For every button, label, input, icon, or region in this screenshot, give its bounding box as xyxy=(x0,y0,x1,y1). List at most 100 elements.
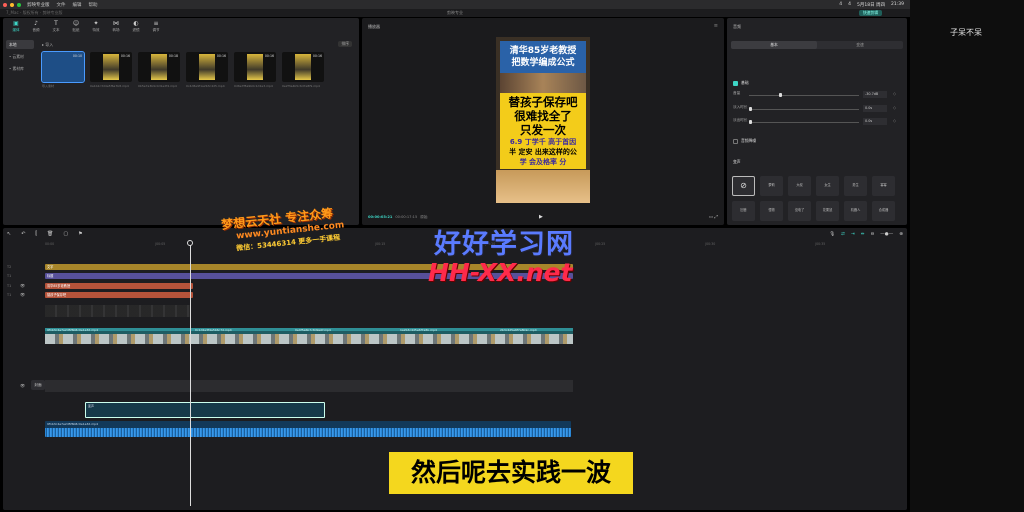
voice-item[interactable]: 女生 xyxy=(816,176,839,196)
app-name[interactable]: 剪映专业版 xyxy=(27,2,50,8)
voice-grid: ⊘ 萝莉 大叔 女生 男生 幂幂 回音 怪物 没电了 花栗鼠 机器人 合成器 xyxy=(732,176,895,221)
tool-sticker[interactable]: ☺ 贴纸 xyxy=(67,18,85,36)
caption-clip[interactable]: 替孩子保存吧 xyxy=(45,292,193,298)
media-item[interactable]: 00:18 0b5e7a3b9c0d1e2f4.mp4 xyxy=(138,52,180,88)
media-item[interactable]: 00:16 0c4d8e9f1a2b3c4d5.mp4 xyxy=(186,52,228,88)
video-subtitle: 然后呢去实践一波 xyxy=(389,452,633,494)
zoom-in-icon[interactable]: ⊕ xyxy=(899,232,903,237)
select-tool-icon[interactable]: ↖ xyxy=(7,231,11,237)
voice-clip[interactable]: 变声 xyxy=(85,402,325,418)
fade-in-value[interactable]: 0.0s xyxy=(863,105,887,112)
empty-track[interactable] xyxy=(45,380,573,392)
delete-icon[interactable]: 🗑 xyxy=(47,231,53,237)
nav-cloud[interactable]: • 云素材 xyxy=(6,52,34,61)
denoise-section[interactable]: 音频降噪 xyxy=(733,138,756,144)
playhead-handle[interactable] xyxy=(187,240,193,246)
audio-clip[interactable]: 9f1b3c4e7a2d5f6b8c0e1a3d.mp4 xyxy=(45,421,571,437)
voice-none[interactable]: ⊘ xyxy=(732,176,755,196)
transition-icon: ⋈ xyxy=(113,20,119,27)
tool-adjust[interactable]: ≡ 调节 xyxy=(147,18,165,36)
fade-in-slider[interactable] xyxy=(749,109,859,110)
media-icon: ▣ xyxy=(13,20,19,27)
eye-icon[interactable]: 👁 xyxy=(20,292,25,297)
tool-text[interactable]: T 文本 xyxy=(47,18,65,36)
menu-help[interactable]: 帮助 xyxy=(89,2,98,8)
tool-filter[interactable]: ◐ 滤镜 xyxy=(127,18,145,36)
properties-panel: 音频 基本 变速 基础 音量 -30.7dB ◇ 淡入时长 0.0s ◇ 淡出时… xyxy=(727,18,907,225)
undo-icon[interactable]: ↶ xyxy=(21,231,25,237)
zoom-slider[interactable]: —●— xyxy=(880,232,893,237)
nav-library[interactable]: • 素材库 xyxy=(6,64,34,73)
tab-speed[interactable]: 变速 xyxy=(817,41,903,49)
tool-transition[interactable]: ⋈ 转场 xyxy=(107,18,125,36)
preview-axis-icon[interactable]: ⇹ xyxy=(861,232,865,237)
media-item[interactable]: 00:16 0a1b2c3d4e5f6a7b8.mp4 xyxy=(90,52,132,88)
volume-knob[interactable] xyxy=(778,93,782,97)
tool-media[interactable]: ▣ 媒体 xyxy=(7,18,25,36)
volume-slider[interactable] xyxy=(749,95,859,96)
split-icon[interactable]: ⫿ xyxy=(35,231,37,237)
zoom-window-icon[interactable] xyxy=(17,2,21,7)
media-item[interactable]: 00:16 0d6e7f8a9b0c1d2e3.mp4 xyxy=(234,52,276,88)
filter-icon: ◐ xyxy=(133,20,139,27)
volume-value[interactable]: -30.7dB xyxy=(863,91,887,98)
import-button[interactable]: ▸ 导入 xyxy=(42,42,53,48)
zoom-out-icon[interactable]: ⊖ xyxy=(871,232,875,237)
voice-item[interactable]: 大叔 xyxy=(788,176,811,196)
voice-item[interactable]: 机器人 xyxy=(844,201,867,221)
tool-audio[interactable]: ♪ 音频 xyxy=(27,18,45,36)
marker-icon[interactable]: ⚑ xyxy=(78,231,82,237)
tool-effects[interactable]: ✦ 特效 xyxy=(87,18,105,36)
voice-item[interactable]: 没电了 xyxy=(788,201,811,221)
ratio-select[interactable]: 原始 xyxy=(420,215,427,219)
fade-in-knob[interactable] xyxy=(749,107,752,111)
reset-icon[interactable]: ◇ xyxy=(893,91,896,96)
track-label: T1 xyxy=(7,293,12,297)
reset-icon[interactable]: ◇ xyxy=(893,105,896,110)
voice-item[interactable]: 怪物 xyxy=(760,201,783,221)
media-item[interactable]: 00:16 0e2f3a4b5c6d7e8f9.mp4 xyxy=(282,52,324,88)
sticker-track[interactable] xyxy=(45,305,191,317)
playhead[interactable] xyxy=(190,241,191,506)
tab-basic[interactable]: 基本 xyxy=(731,41,817,49)
fade-out-slider[interactable] xyxy=(749,122,859,123)
fade-out-knob[interactable] xyxy=(749,120,752,124)
voice-item[interactable]: 合成器 xyxy=(872,201,895,221)
video-frame[interactable]: 清华85岁老教授 把数学编成公式 替孩子保存吧 很难找全了 只发一次 6.9 丁… xyxy=(496,37,590,203)
voice-item[interactable]: 男生 xyxy=(844,176,867,196)
cover-button[interactable]: 封面 xyxy=(31,380,45,390)
caption-clip[interactable]: 清华85岁老教授 xyxy=(45,283,193,289)
fullscreen-icon[interactable]: ▭ ⤢ xyxy=(709,214,718,220)
eye-icon[interactable]: 👁 xyxy=(20,283,25,288)
clip-filename: 9f1b3c4e7a2d5f6b8c0e1a3d.mp4 xyxy=(47,328,98,332)
checkbox-icon[interactable] xyxy=(733,138,738,144)
clip-filename: 0c1d2e3f4a5b6c7d.mp4 xyxy=(195,328,232,332)
main-video-track[interactable]: 9f1b3c4e7a2d5f6b8c0e1a3d.mp4 0c1d2e3f4a5… xyxy=(45,328,573,344)
media-nav: 本地 • 云素材 • 素材库 xyxy=(6,40,34,76)
voice-item[interactable]: 回音 xyxy=(732,201,755,221)
mic-icon[interactable]: 🎙 xyxy=(829,232,835,237)
nav-local[interactable]: 本地 xyxy=(6,40,34,49)
sort-button[interactable]: 排序 xyxy=(338,41,352,47)
adjust-icon: ≡ xyxy=(153,20,159,27)
voice-item[interactable]: 幂幂 xyxy=(872,176,895,196)
minimize-window-icon[interactable] xyxy=(10,2,14,7)
snap-icon[interactable]: ⇥ xyxy=(851,232,855,237)
menu-edit[interactable]: 编辑 xyxy=(73,2,82,8)
eye-icon[interactable]: 👁 xyxy=(20,383,25,388)
video-text-line: 半 定安 出来这样的公 xyxy=(509,148,577,156)
voice-item[interactable]: 花栗鼠 xyxy=(816,201,839,221)
quick-edit-button[interactable]: 快速剪辑 xyxy=(858,10,882,16)
reset-icon[interactable]: ◇ xyxy=(893,118,896,123)
checkbox-icon[interactable] xyxy=(733,80,738,86)
close-window-icon[interactable] xyxy=(3,2,7,7)
link-icon[interactable]: ⇄ xyxy=(841,232,845,237)
media-item[interactable]: 00:10 导入素材 xyxy=(41,51,85,88)
freeze-icon[interactable]: ▢ xyxy=(63,231,68,237)
fade-out-value[interactable]: 0.0s xyxy=(863,118,887,125)
basic-section[interactable]: 基础 xyxy=(733,80,749,86)
play-button[interactable]: ▶ xyxy=(539,214,543,220)
menu-icon[interactable]: ≡ xyxy=(714,23,718,29)
menu-file[interactable]: 文件 xyxy=(57,2,66,8)
voice-item[interactable]: 萝莉 xyxy=(760,176,783,196)
